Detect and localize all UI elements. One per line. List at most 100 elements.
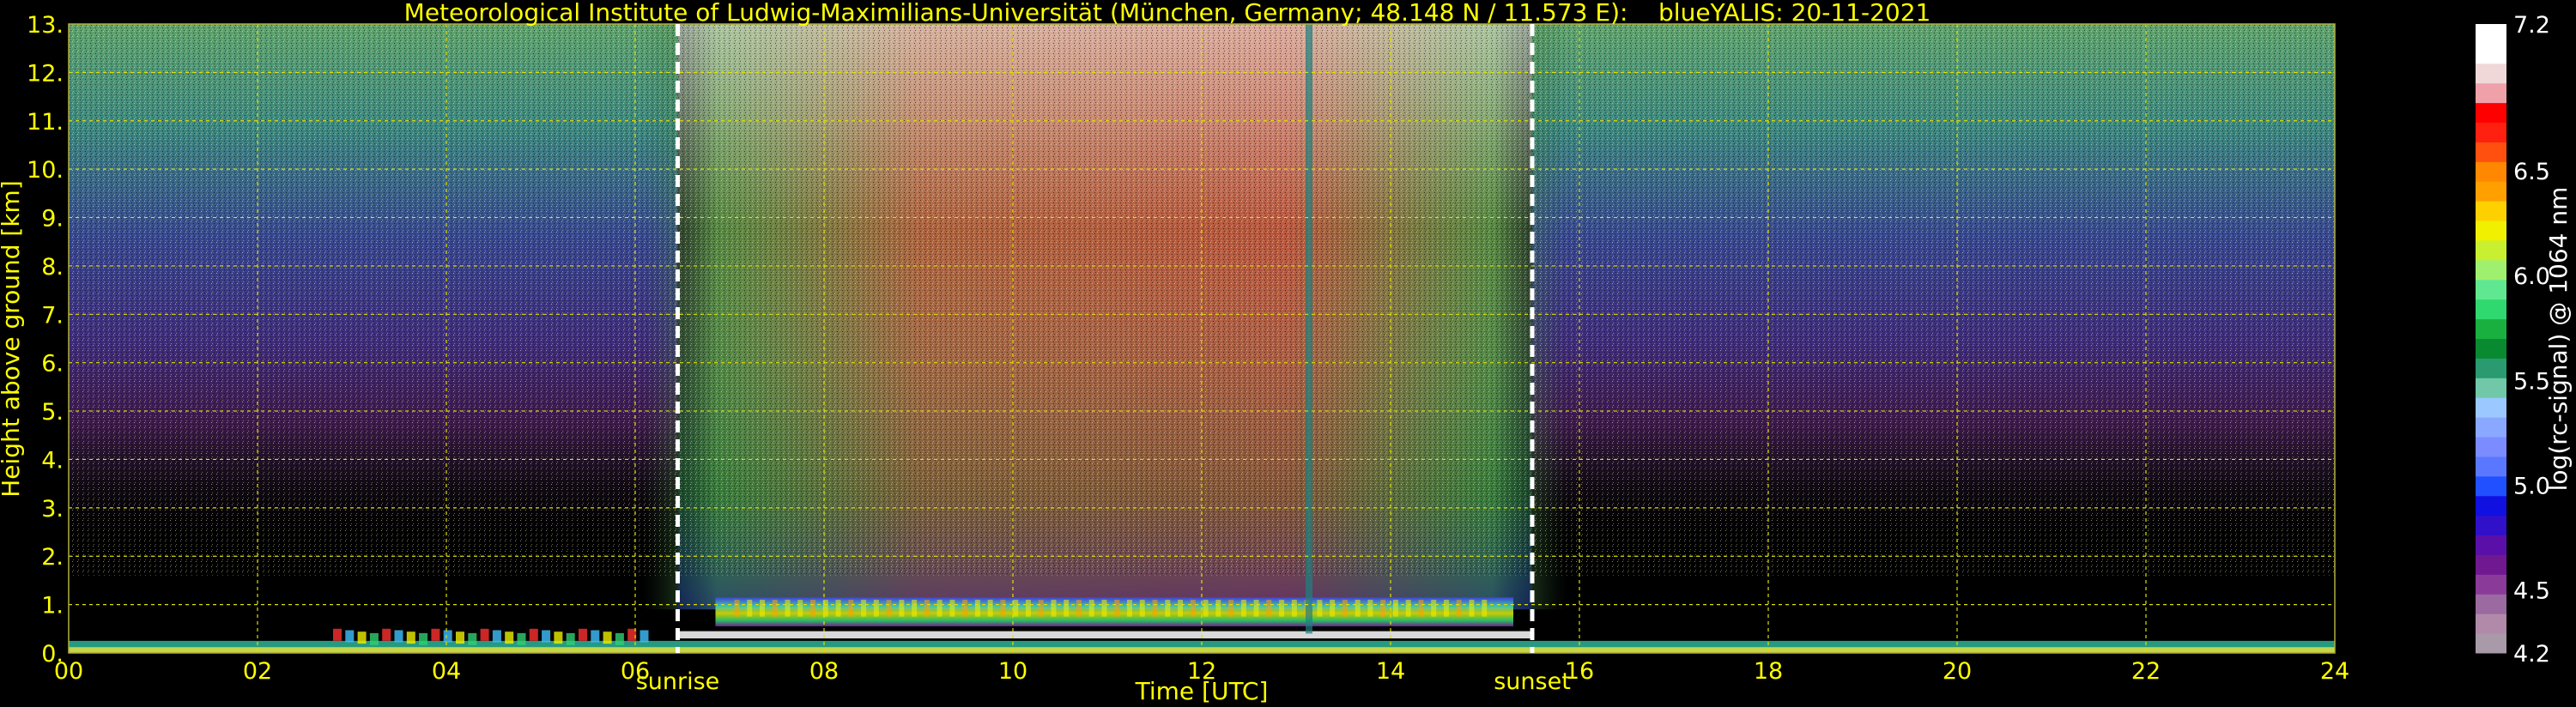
night-aerosol-blob [333, 628, 342, 641]
y-tick-labels: 0.1.2.3.4.5.6.7.8.9.10.11.12.13. [27, 12, 64, 668]
aerosol-streak [1355, 599, 1361, 617]
aerosol-streak [1392, 599, 1398, 617]
chart-title: Meteorological Institute of Ludwig-Maxim… [403, 0, 1931, 27]
aerosol-streak [1469, 599, 1475, 617]
aerosol-streak [1013, 599, 1019, 617]
aerosol-streak [1101, 599, 1107, 617]
night-aerosol-blob [443, 630, 452, 643]
aerosol-streak [936, 599, 943, 617]
colorbar-segment [2476, 594, 2506, 614]
residual-layer [677, 631, 1532, 639]
colorbar-segment [2476, 495, 2506, 517]
aerosol-streak [924, 599, 930, 617]
aerosol-streak [772, 599, 778, 617]
aerosol-streak [1266, 599, 1272, 617]
aerosol-streak [962, 599, 968, 617]
vertical-streak [1306, 24, 1312, 634]
night-aerosol-blob [554, 631, 563, 644]
aerosol-streak [760, 599, 766, 617]
y-tick-label: 11. [27, 109, 64, 136]
colorbar [2476, 24, 2506, 654]
colorbar-segment [2476, 378, 2506, 398]
night-aerosol-blob [579, 628, 587, 641]
night-aerosol-blob [566, 632, 575, 645]
colorbar-segment [2476, 102, 2506, 124]
colorbar-segment [2476, 358, 2506, 378]
colorbar-segment [2476, 535, 2506, 555]
colorbar-tick-label: 7.2 [2513, 12, 2550, 39]
y-tick-label: 7. [41, 302, 64, 329]
night-aerosol-blob [419, 632, 428, 645]
x-tick-label: 24 [2320, 658, 2349, 685]
aerosol-streak [1088, 599, 1094, 617]
aerosol-streak [1253, 599, 1259, 617]
aerosol-streak [1025, 599, 1031, 617]
aerosol-streak [987, 599, 993, 617]
aerosol-streak [974, 599, 980, 617]
colorbar-segment [2476, 554, 2506, 575]
night-aerosol-blob [357, 631, 367, 644]
y-tick-label: 6. [41, 351, 64, 378]
y-axis-label: Height above ground [km] [0, 180, 25, 498]
aerosol-streak [1405, 599, 1411, 617]
aerosol-streak [1051, 599, 1057, 617]
aerosol-streak [1482, 599, 1488, 617]
y-tick-label: 12. [27, 60, 64, 87]
colorbar-segment [2476, 299, 2506, 320]
night-aerosol-blob [431, 628, 440, 641]
colorbar-segment [2476, 417, 2506, 438]
aerosol-streak [1443, 599, 1449, 617]
colorbar-segment [2476, 24, 2506, 45]
aerosol-streak [1431, 599, 1437, 617]
colorbar-segment [2476, 613, 2506, 634]
x-tick-label: 20 [1943, 658, 1972, 685]
y-tick-label: 0. [41, 641, 64, 668]
aerosol-streak [1228, 599, 1234, 617]
y-tick-label: 5. [41, 399, 64, 426]
y-tick-label: 3. [41, 496, 64, 523]
aerosol-streak [1279, 599, 1285, 617]
colorbar-segment [2476, 279, 2506, 300]
colorbar-segment [2476, 338, 2506, 359]
x-tick-label: 10 [998, 658, 1027, 685]
aerosol-streak [1178, 599, 1184, 617]
y-tick-label: 8. [41, 254, 64, 281]
x-tick-label: 22 [2131, 658, 2161, 685]
night-aerosol-blob [615, 632, 624, 645]
colorbar-label: log(rc-signal) @ 1064 nm [2544, 187, 2573, 492]
y-tick-label: 4. [41, 447, 64, 474]
aerosol-streak [886, 599, 892, 617]
aerosol-streak [1190, 599, 1196, 617]
y-tick-label: 10. [27, 157, 64, 184]
colorbar-segment [2476, 161, 2506, 182]
night-aerosol-blob [505, 631, 514, 644]
aerosol-streak [1291, 599, 1297, 617]
colorbar-segment [2476, 43, 2506, 64]
aerosol-streak [848, 599, 854, 617]
aerosol-streak [1215, 599, 1221, 617]
x-tick-label: 14 [1376, 658, 1405, 685]
colorbar-segment [2476, 239, 2506, 261]
colorbar-segment [2476, 515, 2506, 536]
night-aerosol-blob [639, 630, 649, 643]
night-aerosol-blob [480, 628, 489, 641]
aerosol-streak [1114, 599, 1120, 617]
aerosol-streak [899, 599, 905, 617]
night-aerosol-blob [542, 630, 551, 643]
aerosol-streak [1380, 599, 1386, 617]
colorbar-segment [2476, 181, 2506, 202]
aerosol-streak [1317, 599, 1323, 617]
aerosol-streak [1038, 599, 1044, 617]
aerosol-streak [1127, 599, 1133, 617]
aerosol-streak [1418, 599, 1424, 617]
night-aerosol-blob [345, 630, 355, 643]
y-tick-label: 2. [41, 544, 64, 571]
x-tick-label: 02 [243, 658, 272, 685]
sunset-label: sunset [1494, 668, 1571, 695]
aerosol-streak [1000, 599, 1006, 617]
aerosol-streak [1203, 599, 1209, 617]
aerosol-streak [835, 599, 841, 617]
colorbar-segment [2476, 82, 2506, 104]
aerosol-streak [1342, 599, 1348, 617]
aerosol-streak [747, 599, 753, 617]
